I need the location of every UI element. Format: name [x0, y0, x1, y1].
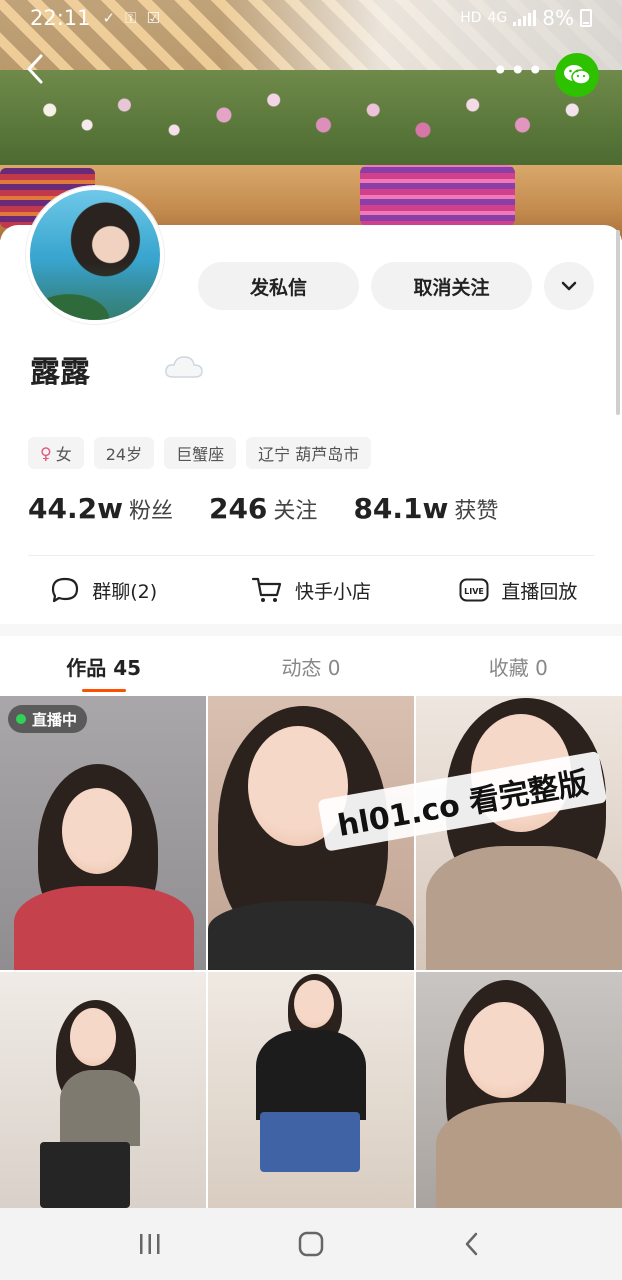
live-badge: 直播中	[8, 705, 88, 733]
gender-tag: ♀ 女	[28, 437, 84, 469]
check-icon: ✓	[102, 9, 116, 27]
back-icon	[465, 1232, 477, 1256]
network-type-label: 4G	[487, 10, 508, 26]
home-icon	[298, 1231, 324, 1257]
video-thumbnail[interactable]: 直播中	[0, 696, 206, 970]
content-tabs: 作品 45 动态 0 收藏 0	[0, 640, 622, 692]
live-icon: LIVE	[459, 578, 489, 602]
video-thumbnail[interactable]	[0, 972, 206, 1208]
wechat-share-button[interactable]	[555, 53, 599, 97]
age-tag: 24岁	[93, 437, 155, 469]
female-icon: ♀	[40, 443, 52, 463]
signal-icon	[513, 10, 537, 26]
chevron-down-icon	[561, 281, 577, 291]
divider	[28, 555, 594, 556]
live-replay-link[interactable]: LIVE 直播回放	[415, 566, 622, 614]
tab-favorites[interactable]: 收藏 0	[415, 640, 622, 692]
live-dot-icon	[16, 714, 26, 724]
profile-tags: ♀ 女 24岁 巨蟹座 辽宁 葫芦岛市	[28, 437, 372, 469]
more-dots-icon: •••	[492, 54, 545, 87]
avatar[interactable]	[26, 186, 164, 324]
following-stat[interactable]: 246 关注	[209, 492, 317, 525]
tab-works[interactable]: 作品 45	[0, 640, 207, 692]
chat-bubble-icon	[52, 577, 79, 603]
cloud-icon	[165, 356, 203, 378]
recent-apps-button[interactable]	[120, 1219, 180, 1269]
chevron-left-icon	[27, 54, 43, 84]
likes-stat: 84.1w 获赞	[353, 492, 499, 525]
video-thumbnail[interactable]	[416, 972, 622, 1208]
zodiac-tag: 巨蟹座	[164, 437, 237, 469]
location-tag: 辽宁 葫芦岛市	[246, 437, 372, 469]
shop-link[interactable]: 快手小店	[207, 566, 414, 614]
battery-percent: 8%	[542, 6, 574, 30]
svg-text:LIVE: LIVE	[464, 587, 484, 596]
video-thumbnail[interactable]	[416, 696, 622, 970]
status-time: 22:11	[30, 6, 91, 30]
scroll-indicator	[616, 230, 620, 415]
recent-apps-icon	[140, 1234, 160, 1254]
shopping-cart-icon	[251, 577, 282, 602]
more-options-button[interactable]: •••	[492, 56, 544, 90]
home-button[interactable]	[281, 1219, 341, 1269]
wechat-icon	[564, 65, 591, 85]
notification-icon: ☑	[146, 9, 160, 27]
send-message-button[interactable]: 发私信	[198, 262, 359, 310]
dropdown-button[interactable]	[544, 262, 594, 310]
group-chat-link[interactable]: 群聊(2)	[0, 566, 207, 614]
profile-name: 露露	[30, 355, 90, 390]
back-button[interactable]	[18, 52, 52, 96]
hd-label: HD	[460, 10, 482, 26]
profile-stats: 44.2w 粉丝 246 关注 84.1w 获赞	[28, 492, 498, 525]
system-nav-bar	[0, 1208, 622, 1280]
system-back-button[interactable]	[442, 1219, 502, 1269]
followers-stat[interactable]: 44.2w 粉丝	[28, 492, 173, 525]
battery-icon	[580, 9, 592, 27]
quick-links: 群聊(2) 快手小店 LIVE 直播回放	[0, 566, 622, 614]
tab-moments[interactable]: 动态 0	[207, 640, 414, 692]
video-thumbnail[interactable]	[208, 972, 414, 1208]
key-icon: ⚿	[125, 9, 137, 27]
unfollow-button[interactable]: 取消关注	[371, 262, 532, 310]
status-bar: 22:11 ✓ ⚿ ☑ HD 4G 8%	[0, 0, 622, 36]
